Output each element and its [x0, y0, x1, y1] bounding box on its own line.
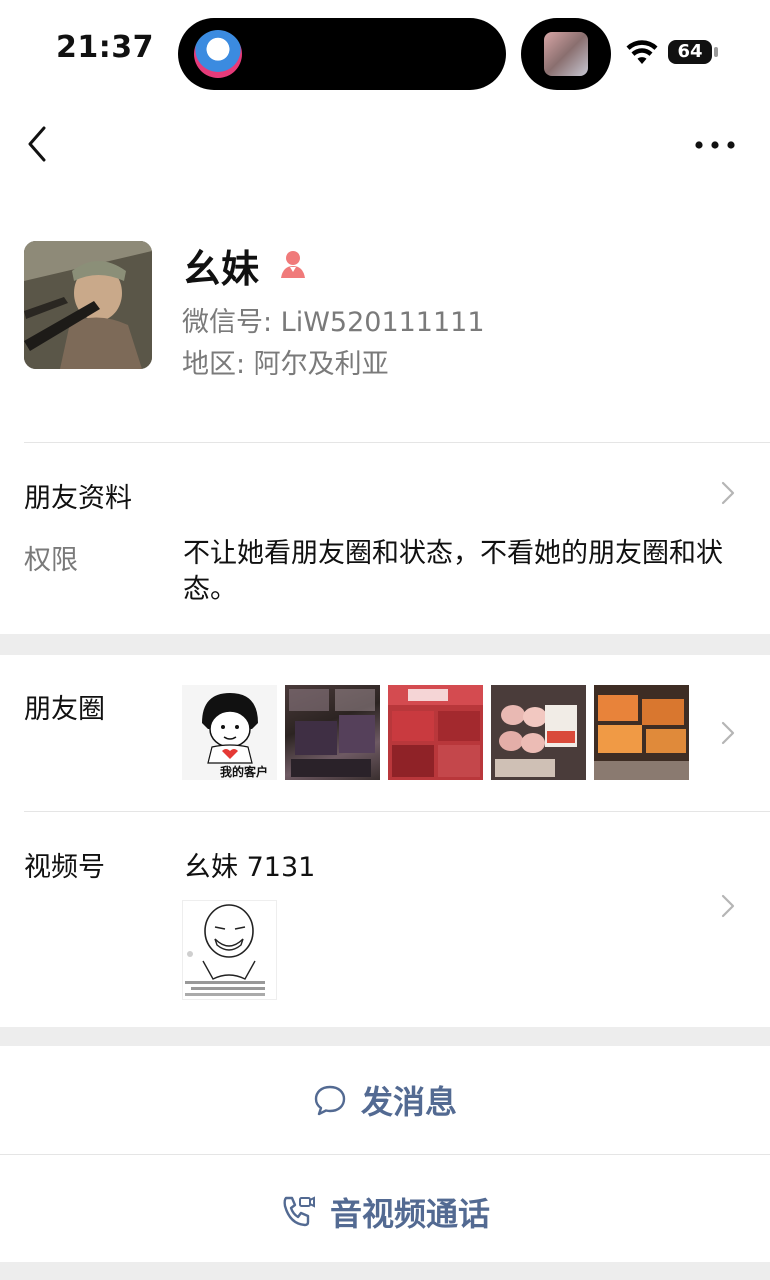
actions-card: 发消息 音视频通话 [0, 1046, 770, 1262]
island-activity-thumbnail [544, 32, 588, 76]
phone-video-icon [283, 1196, 315, 1227]
dynamic-island[interactable] [178, 18, 506, 90]
region: 地区: 阿尔及利亚 [182, 349, 389, 380]
chevron-right-icon [721, 721, 735, 745]
peaches-photo [491, 685, 586, 780]
oranges-photo [594, 685, 689, 780]
meme-rage-face-image [183, 901, 276, 999]
status-bar: 21:37 64 [0, 0, 770, 104]
chat-bubble-icon [314, 1085, 346, 1116]
avatar[interactable] [24, 241, 152, 369]
moments-thumbnail [285, 685, 380, 780]
send-message-label: 发消息 [360, 1083, 457, 1121]
dynamic-island-activity[interactable] [521, 18, 611, 90]
divider [24, 442, 770, 443]
moments-title: 朋友圈 [24, 694, 105, 725]
moments-thumbnail [491, 685, 586, 780]
island-app-avatar [194, 30, 242, 78]
nav-bar [0, 104, 770, 184]
moments-thumbnail-caption: 我的客户 [220, 765, 269, 779]
channel-name: 幺妹 7131 [184, 852, 316, 883]
more-options-icon[interactable] [692, 130, 738, 160]
chevron-right-icon [721, 481, 735, 505]
send-message-button[interactable]: 发消息 [0, 1046, 770, 1154]
female-icon [281, 251, 305, 278]
friend-info-title: 朋友资料 [24, 483, 132, 514]
grapes-photo [289, 689, 375, 777]
friend-info-row[interactable]: 朋友资料 [0, 454, 770, 524]
channels-title: 视频号 [24, 852, 105, 883]
moments-thumbnail [388, 685, 483, 780]
wechat-id: 微信号: LiW520111111 [182, 307, 485, 338]
moments-thumbnail [594, 685, 689, 780]
channels-row[interactable]: 视频号 幺妹 7131 [0, 812, 770, 1027]
battery-indicator: 64 [668, 40, 712, 64]
video-call-button[interactable]: 音视频通话 [0, 1158, 770, 1266]
video-call-label: 音视频通话 [329, 1195, 490, 1233]
channel-thumbnail [182, 900, 277, 1000]
moments-row[interactable]: 朋友圈 我的客户 [0, 655, 770, 811]
profile-name: 幺妹 [183, 247, 260, 291]
status-time: 21:37 [56, 30, 154, 65]
avatar-portrait [24, 241, 152, 369]
divider [0, 1154, 770, 1155]
back-chevron-icon[interactable] [22, 122, 52, 166]
moments-thumbnail: 我的客户 [182, 685, 277, 780]
profile-card: 幺妹 微信号: LiW520111111 地区: 阿尔及利亚 朋友资料 权限 不… [0, 184, 770, 634]
moments-card: 朋友圈 我的客户 视频号 幺妹 7131 [0, 655, 770, 1027]
strawberries-photo [388, 685, 483, 777]
permission-text: 不让她看朋友圈和状态，不看她的朋友圈和状态。 [183, 538, 723, 605]
wifi-icon [626, 40, 658, 64]
chevron-right-icon [721, 894, 735, 918]
battery-tip [714, 47, 718, 57]
permission-label: 权限 [24, 545, 78, 576]
